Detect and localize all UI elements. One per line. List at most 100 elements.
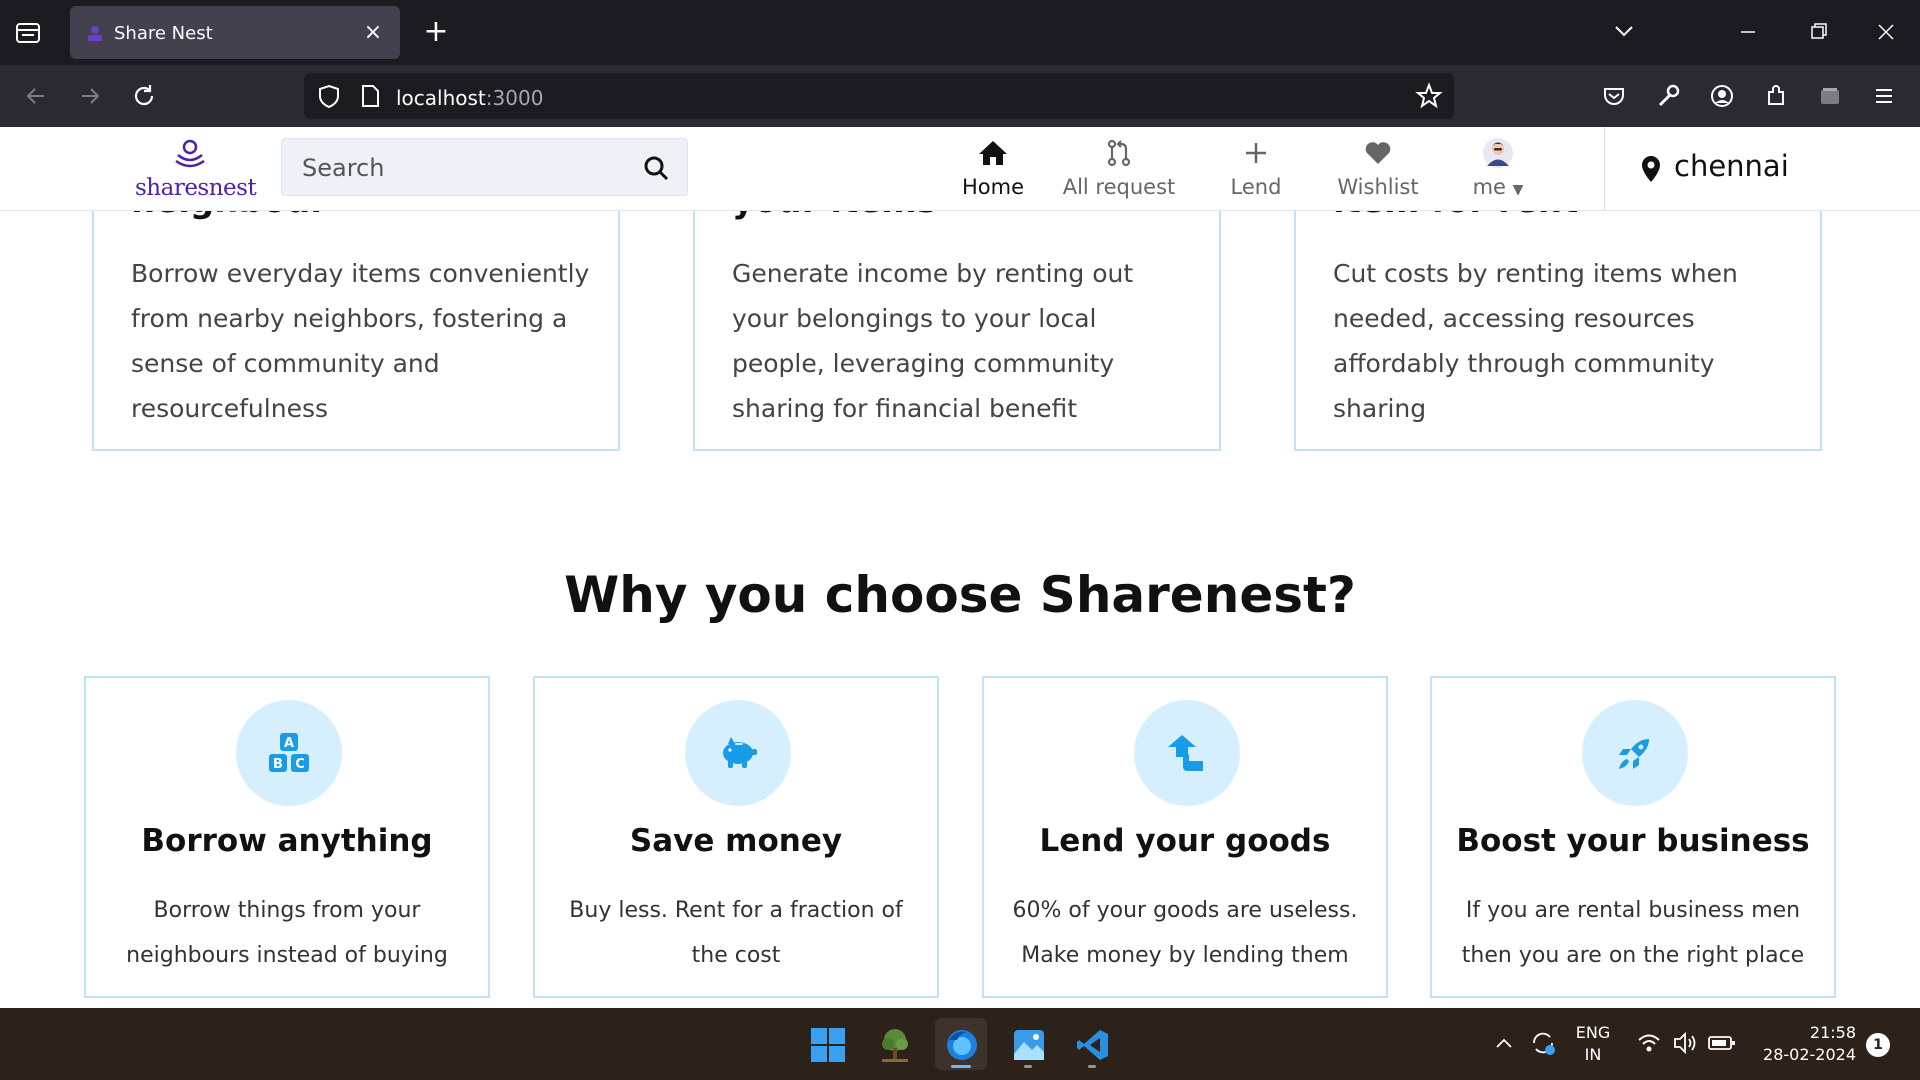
menu-icon[interactable] [1868,80,1900,112]
reload-icon[interactable] [128,80,160,112]
taskbar-indicator [1088,1065,1096,1068]
nav-home[interactable]: Home [938,131,1048,207]
windows-logo-icon [811,1028,845,1062]
feature-icon-circle [1134,700,1240,806]
sharenest-logo[interactable]: sharesnest [135,137,257,201]
logo-mark-icon [175,139,205,168]
chevron-up-icon[interactable] [1492,1032,1516,1060]
info-card-description: Generate income by renting out your belo… [732,259,1134,423]
url-text[interactable]: localhost:3000 [396,86,543,110]
clock[interactable]: 21:58 28-02-2024 [1750,1022,1856,1066]
feature-card-save: Save money Buy less. Rent for a fraction… [533,676,939,998]
hand-up-icon [1168,735,1203,771]
rocket-icon [1619,739,1649,769]
pull-request-icon [1107,139,1131,167]
sync-icon[interactable] [1528,1028,1558,1062]
tree-icon [882,1029,908,1062]
search-box [281,138,688,196]
svg-text:A: A [284,736,294,751]
taskbar-indicator [1024,1065,1032,1068]
browser-tab-bar: Share Nest × + [0,0,1920,65]
why-section-title: Why you choose Sharenest? [564,566,1356,624]
taskbar-indicator [951,1065,971,1068]
forward-icon[interactable] [74,80,106,112]
abc-blocks-icon: A B C [269,733,309,772]
info-card-description: Borrow everyday items conveniently from … [131,259,590,423]
feature-description: Borrow things from your neighbours inste… [126,898,448,968]
taskbar-app-firefox[interactable] [935,1018,987,1070]
browser-tab[interactable]: Share Nest × [70,6,400,59]
close-window-icon[interactable] [1868,16,1904,48]
nav-all-request-label: All request [1062,175,1176,199]
restore-icon[interactable] [1800,16,1836,48]
info-card: item for rent Cut costs by renting items… [1294,211,1822,451]
info-card-title: neighbour [131,211,327,221]
wifi-icon[interactable] [1636,1030,1662,1060]
feature-description: 60% of your goods are useless. Make mone… [1012,898,1358,968]
shield-icon[interactable] [314,81,344,115]
start-button[interactable] [801,1018,853,1070]
page-content: neighbour Borrow everyday items convenie… [0,211,1920,1008]
info-card: your items Generate income by renting ou… [693,211,1221,451]
tab-list-icon[interactable] [14,20,46,48]
list-all-tabs-icon[interactable] [1606,16,1642,48]
info-card-title: your items [732,211,937,221]
account-icon[interactable] [1706,80,1738,112]
photos-icon [1014,1030,1044,1060]
info-card-title: item for rent [1333,211,1578,221]
page-icon[interactable] [356,81,384,115]
bookmark-star-icon[interactable] [1414,81,1444,115]
battery-icon[interactable] [1708,1032,1736,1058]
svg-text:B: B [273,757,283,772]
wrench-icon[interactable] [1652,80,1684,112]
tab-title: Share Nest [114,23,213,44]
feature-icon-circle [1582,700,1688,806]
feature-title: Save money [629,823,843,859]
library-icon[interactable] [1814,80,1846,112]
feature-description: If you are rental business men then you … [1461,898,1805,968]
taskbar-app-photos[interactable] [1002,1018,1054,1070]
feature-card-borrow: A B C Borrow anything Borrow things from… [84,676,490,998]
nav-lend[interactable]: Lend [1210,131,1302,207]
nav-lend-label: Lend [1230,175,1282,199]
feature-title: Boost your business [1456,823,1810,859]
feature-card-boost: Boost your business If you are rental bu… [1430,676,1836,998]
language-indicator[interactable]: ENG IN [1572,1022,1614,1066]
minimize-icon[interactable] [1730,16,1766,48]
site-header: sharesnest Home All request Lend Wishlis… [0,127,1920,211]
sharenest-favicon-icon [86,25,104,43]
location-text: chennai [1674,149,1789,183]
volume-icon[interactable] [1672,1030,1698,1060]
nav-me[interactable]: me ▼ [1460,131,1536,207]
map-pin-icon [1642,156,1660,182]
info-card: neighbour Borrow everyday items convenie… [92,211,620,451]
feature-icon-circle: A B C [236,700,342,806]
home-icon [979,141,1007,165]
taskbar-app-vscode[interactable] [1066,1018,1118,1070]
search-icon[interactable] [643,155,669,181]
taskbar-app-tree[interactable] [868,1018,920,1070]
feature-title: Lend your goods [1039,823,1331,859]
back-icon[interactable] [20,80,52,112]
nav-wishlist-label: Wishlist [1337,175,1419,199]
close-tab-icon[interactable]: × [360,20,386,46]
nav-all-request[interactable]: All request [1058,131,1180,207]
windows-taskbar: ENG IN 21:58 28-02-2024 [0,1008,1920,1080]
notification-badge[interactable]: 1 [1866,1033,1890,1057]
nav-me-label: me ▼ [1472,175,1524,199]
pocket-icon[interactable] [1598,80,1630,112]
avatar [1483,138,1513,168]
svg-text:C: C [295,757,305,772]
nav-wishlist[interactable]: Wishlist [1330,131,1426,207]
piggy-bank-icon [723,737,757,768]
vscode-icon [1077,1030,1108,1060]
feature-icon-circle [685,700,791,806]
address-bar[interactable]: localhost:3000 [304,73,1454,119]
info-card-description: Cut costs by renting items when needed, … [1333,259,1738,423]
nav-home-label: Home [961,175,1024,199]
browser-toolbar: localhost:3000 [0,65,1920,127]
new-tab-button[interactable]: + [420,16,452,48]
search-input[interactable] [302,153,632,183]
extensions-icon[interactable] [1760,80,1792,112]
caret-down-icon: ▼ [1512,182,1524,198]
